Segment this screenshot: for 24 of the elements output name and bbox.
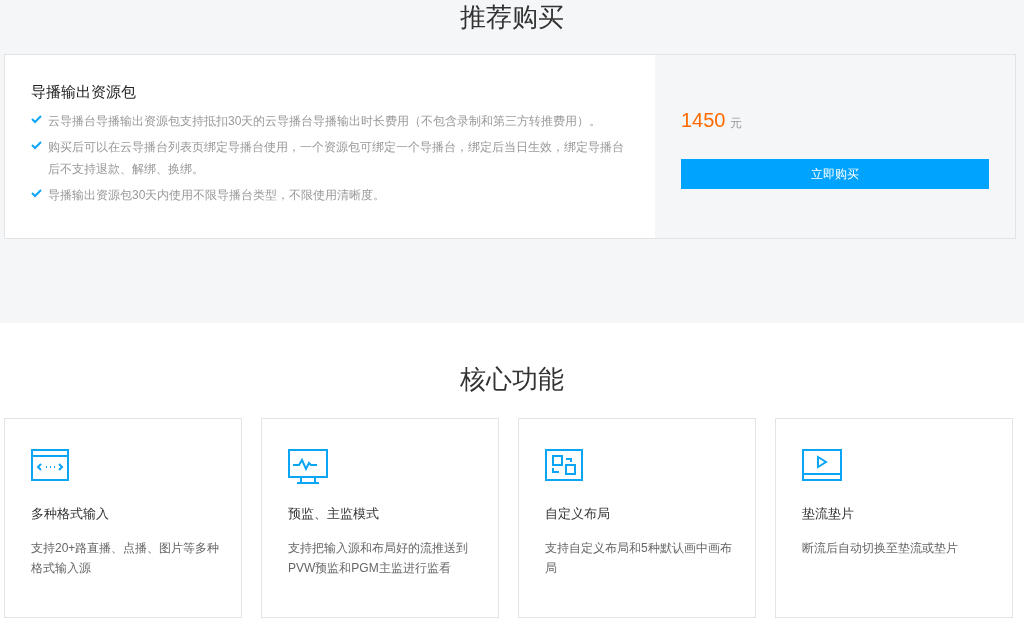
feature-description: 支持把输入源和布局好的流推送到PVW预监和PGM主监进行监看	[288, 539, 469, 577]
buy-button[interactable]: 立即购买	[681, 159, 989, 189]
section-title: 核心功能	[459, 363, 565, 396]
feature-description: 断流后自动切换至垫流或垫片	[802, 539, 959, 557]
price-unit: 元	[729, 115, 742, 132]
check-icon	[31, 140, 42, 150]
section-title: 推荐购买	[459, 1, 565, 34]
feature-text: 云导播台导播输出资源包支持抵扣30天的云导播台导播输出时长费用（不包含录制和第三方转推费用）。	[48, 112, 602, 130]
code-window-icon	[31, 449, 69, 481]
price: 1450	[681, 108, 726, 133]
feature-title: 垫流垫片	[802, 505, 855, 523]
feature-title: 自定义布局	[545, 505, 611, 523]
feature-text: 导播输出资源包30天内使用不限导播台类型，不限使用清晰度。	[48, 186, 386, 204]
monitor-icon	[288, 449, 328, 485]
feature-text: 购买后可以在云导播台列表页绑定导播台使用，一个资源包可绑定一个导播台，绑定后当日生效，绑定导播台后不支持退款、解绑、换绑。	[48, 138, 625, 178]
feature-title: 多种格式输入	[31, 505, 110, 523]
check-icon	[31, 188, 42, 198]
feature-title: 预监、主监模式	[288, 505, 380, 523]
feature-description: 支持自定义布局和5种默认画中画布局	[545, 539, 733, 577]
feature-description: 支持20+路直播、点播、图片等多种格式输入源	[31, 539, 221, 577]
check-icon	[31, 114, 42, 124]
layout-icon	[545, 449, 583, 481]
video-icon	[802, 449, 842, 481]
package-title: 导播输出资源包	[31, 82, 137, 102]
